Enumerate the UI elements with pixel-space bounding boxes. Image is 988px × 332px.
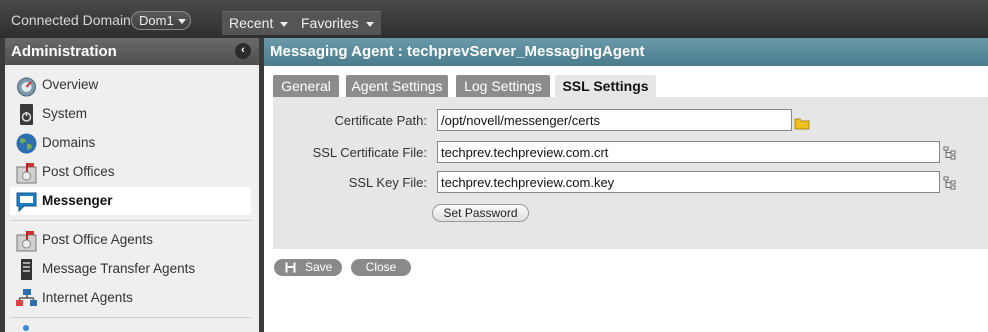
- sidebar-item-label: Overview: [42, 77, 99, 92]
- folder-icon[interactable]: [794, 116, 810, 130]
- ssl-key-file-input[interactable]: [437, 171, 940, 193]
- domain-value: Dom1: [139, 13, 174, 28]
- chevron-down-icon: [177, 19, 186, 25]
- sidebar-title: Administration: [11, 43, 117, 60]
- sidebar-item-messenger[interactable]: Messenger: [10, 187, 251, 215]
- ssl-certificate-file-label: SSL Certificate File:: [312, 145, 427, 160]
- ssl-key-file-label: SSL Key File:: [348, 175, 427, 190]
- browse-tree-icon[interactable]: [943, 176, 957, 190]
- post-office-agents-icon: [16, 231, 37, 252]
- domain-dropdown[interactable]: Dom1: [131, 11, 191, 30]
- sidebar-divider: [10, 220, 251, 221]
- sidebar-item-overview[interactable]: Overview: [10, 71, 251, 99]
- tab-ssl-settings[interactable]: SSL Settings: [555, 75, 656, 99]
- chevron-down-icon: [365, 21, 374, 27]
- set-password-button[interactable]: Set Password: [432, 204, 529, 222]
- domains-icon: [16, 133, 37, 154]
- sidebar-item-message-transfer-agents[interactable]: Message Transfer Agents: [10, 255, 251, 283]
- tab-log-settings[interactable]: Log Settings: [456, 75, 550, 97]
- sidebar-header: Administration ‹: [5, 38, 259, 65]
- favorites-menu-button[interactable]: Favorites: [294, 11, 381, 35]
- sidebar-item-domains[interactable]: Domains: [10, 129, 251, 157]
- main-content: Messaging Agent : techprevServer_Messagi…: [264, 38, 988, 332]
- ssl-settings-panel: Certificate Path: SSL Certificate File: …: [273, 97, 988, 249]
- sidebar-item-internet-agents[interactable]: Internet Agents: [10, 284, 251, 312]
- sidebar-item-post-office-agents[interactable]: Post Office Agents: [10, 226, 251, 254]
- recent-menu-button[interactable]: Recent: [222, 11, 296, 35]
- save-button[interactable]: Save: [274, 259, 342, 276]
- sidebar-item-label: Message Transfer Agents: [42, 261, 196, 276]
- certificate-path-label: Certificate Path:: [334, 113, 428, 128]
- sidebar-item-label: Post Offices: [42, 164, 115, 179]
- messenger-icon: [16, 192, 37, 213]
- sidebar-item-system[interactable]: System: [10, 100, 251, 128]
- certificate-path-input[interactable]: [437, 109, 792, 131]
- ssl-certificate-file-input[interactable]: [437, 141, 940, 163]
- chevron-down-icon: [280, 21, 289, 27]
- message-transfer-agents-icon: [21, 259, 32, 280]
- sidebar: Administration ‹ Overview System Domains: [5, 38, 259, 332]
- internet-agents-icon: [16, 289, 37, 306]
- sidebar-item-post-offices[interactable]: Post Offices: [10, 158, 251, 186]
- sidebar-divider: [10, 317, 251, 318]
- tab-general[interactable]: General: [273, 75, 339, 97]
- sidebar-item-label: Post Office Agents: [42, 232, 153, 247]
- top-bar: Connected Domain: Dom1 Recent Favorites: [0, 0, 988, 38]
- post-offices-icon: [16, 163, 37, 184]
- sidebar-item-label: System: [42, 106, 88, 121]
- page-title: Messaging Agent : techprevServer_Messagi…: [264, 38, 988, 66]
- close-button[interactable]: Close: [351, 259, 411, 276]
- save-icon: [285, 262, 296, 273]
- user-icon: [23, 325, 29, 331]
- sidebar-item-label: Internet Agents: [42, 290, 133, 305]
- sidebar-item-label: Messenger: [42, 193, 113, 208]
- sidebar-item-label: Domains: [42, 135, 96, 150]
- save-label: Save: [305, 260, 333, 274]
- recent-label: Recent: [229, 15, 274, 31]
- browse-tree-icon[interactable]: [943, 146, 957, 160]
- system-icon: [20, 104, 33, 125]
- tab-agent-settings[interactable]: Agent Settings: [346, 75, 448, 97]
- collapse-sidebar-icon[interactable]: ‹: [235, 43, 251, 59]
- connected-domain-label: Connected Domain:: [11, 12, 135, 28]
- favorites-label: Favorites: [301, 15, 359, 31]
- overview-icon: [17, 77, 36, 97]
